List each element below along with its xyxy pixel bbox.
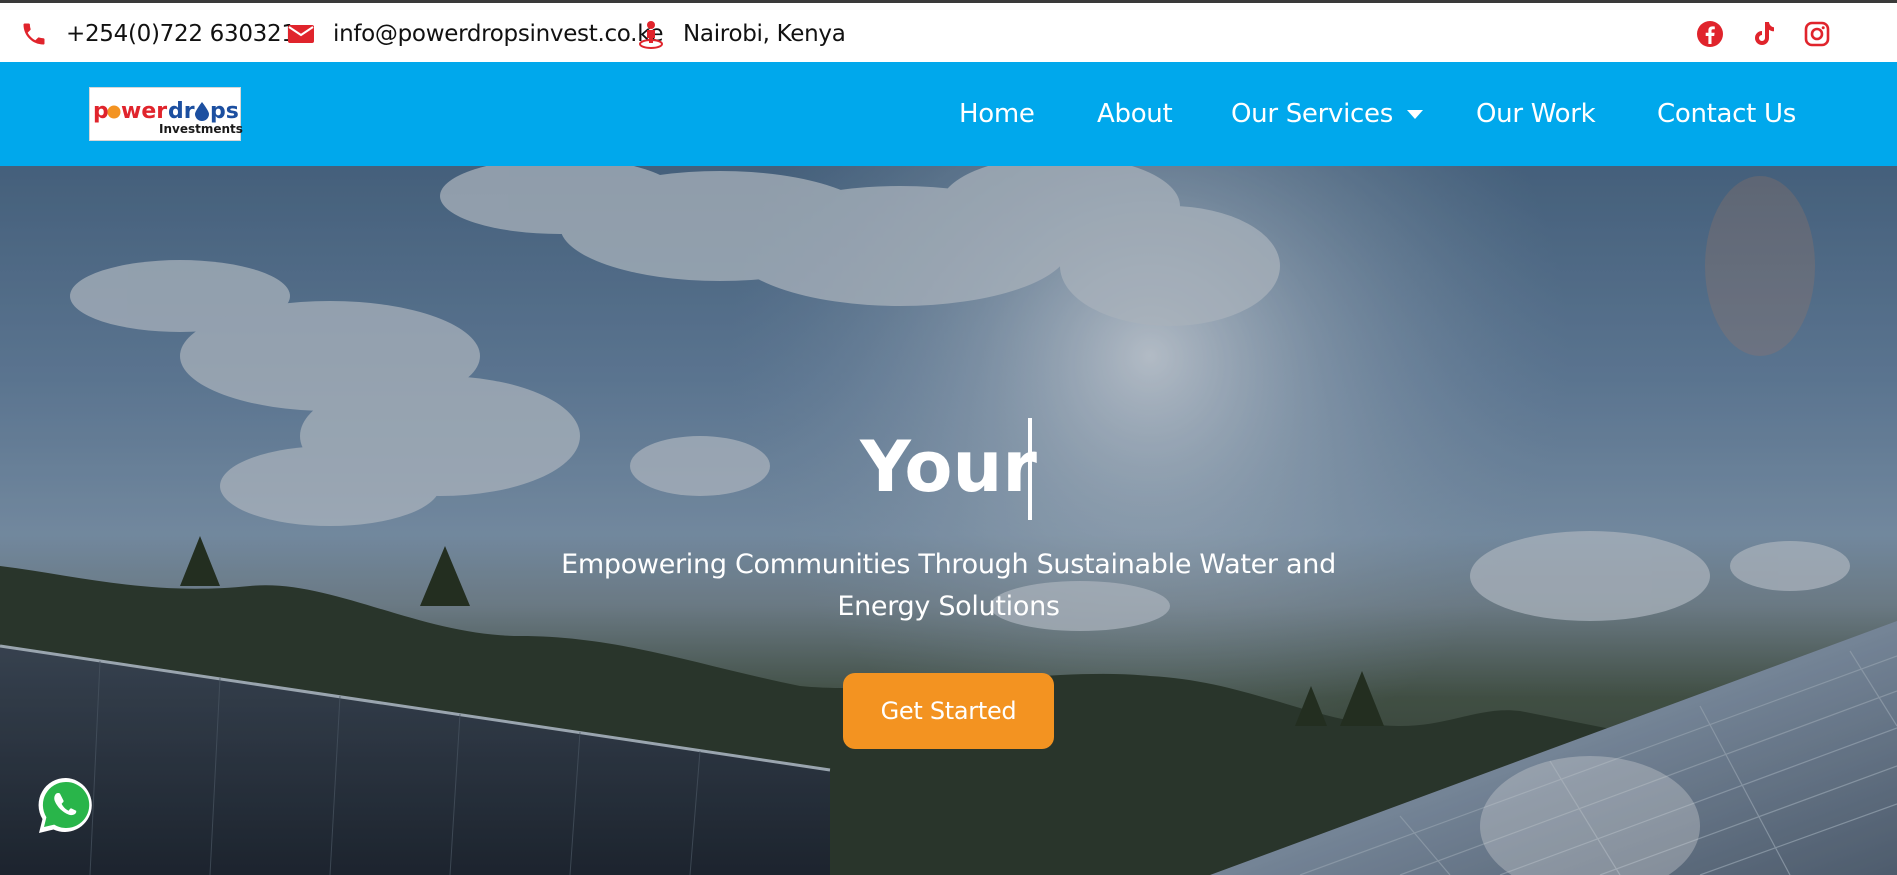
hero-section: Your Empowering Communities Through Sust…	[0, 166, 1897, 875]
site-logo[interactable]: p wer dr ps Investments	[89, 87, 243, 141]
email-address: info@powerdropsinvest.co.ke	[333, 21, 664, 47]
top-contact-bar: +254(0)722 630321 info@powerdropsinvest.…	[0, 0, 1897, 62]
tiktok-icon[interactable]	[1749, 19, 1779, 49]
nav-about[interactable]: About	[1097, 62, 1173, 166]
logo-tagline: Investments	[159, 122, 243, 136]
facebook-icon[interactable]	[1695, 19, 1725, 49]
hero-headline: Your	[860, 426, 1037, 508]
location-text: Nairobi, Kenya	[683, 21, 846, 47]
svg-text:dr: dr	[168, 99, 195, 124]
instagram-icon[interactable]	[1802, 19, 1832, 49]
svg-text:p: p	[93, 99, 109, 124]
svg-text:wer: wer	[121, 99, 167, 124]
chevron-down-icon	[1406, 109, 1423, 119]
nav-home-label: Home	[959, 99, 1035, 129]
typing-cursor	[1028, 418, 1032, 520]
hero-dark-overlay	[0, 166, 1897, 875]
contact-location: Nairobi, Kenya	[636, 3, 846, 65]
whatsapp-icon[interactable]	[34, 774, 98, 838]
nav-our-services-label: Our Services	[1231, 99, 1393, 129]
nav-our-services[interactable]: Our Services	[1231, 62, 1423, 166]
contact-phone[interactable]: +254(0)722 630321	[19, 3, 296, 65]
get-started-label: Get Started	[880, 697, 1017, 725]
contact-email[interactable]: info@powerdropsinvest.co.ke	[286, 3, 664, 65]
hero-subheadline: Empowering Communities Through Sustainab…	[561, 549, 1336, 622]
nav-home[interactable]: Home	[959, 62, 1035, 166]
phone-number: +254(0)722 630321	[66, 21, 296, 47]
nav-contact-us[interactable]: Contact Us	[1657, 62, 1796, 166]
nav-our-work-label: Our Work	[1476, 99, 1596, 129]
envelope-icon	[286, 19, 316, 49]
phone-icon	[19, 19, 49, 49]
nav-contact-us-label: Contact Us	[1657, 99, 1796, 129]
nav-our-work[interactable]: Our Work	[1476, 62, 1596, 166]
nav-about-label: About	[1097, 99, 1173, 129]
map-marker-person-icon	[636, 19, 666, 49]
get-started-button[interactable]: Get Started	[843, 673, 1054, 749]
svg-text:ps: ps	[210, 99, 239, 124]
main-navbar: p wer dr ps Investments Home About Our S…	[0, 62, 1897, 166]
